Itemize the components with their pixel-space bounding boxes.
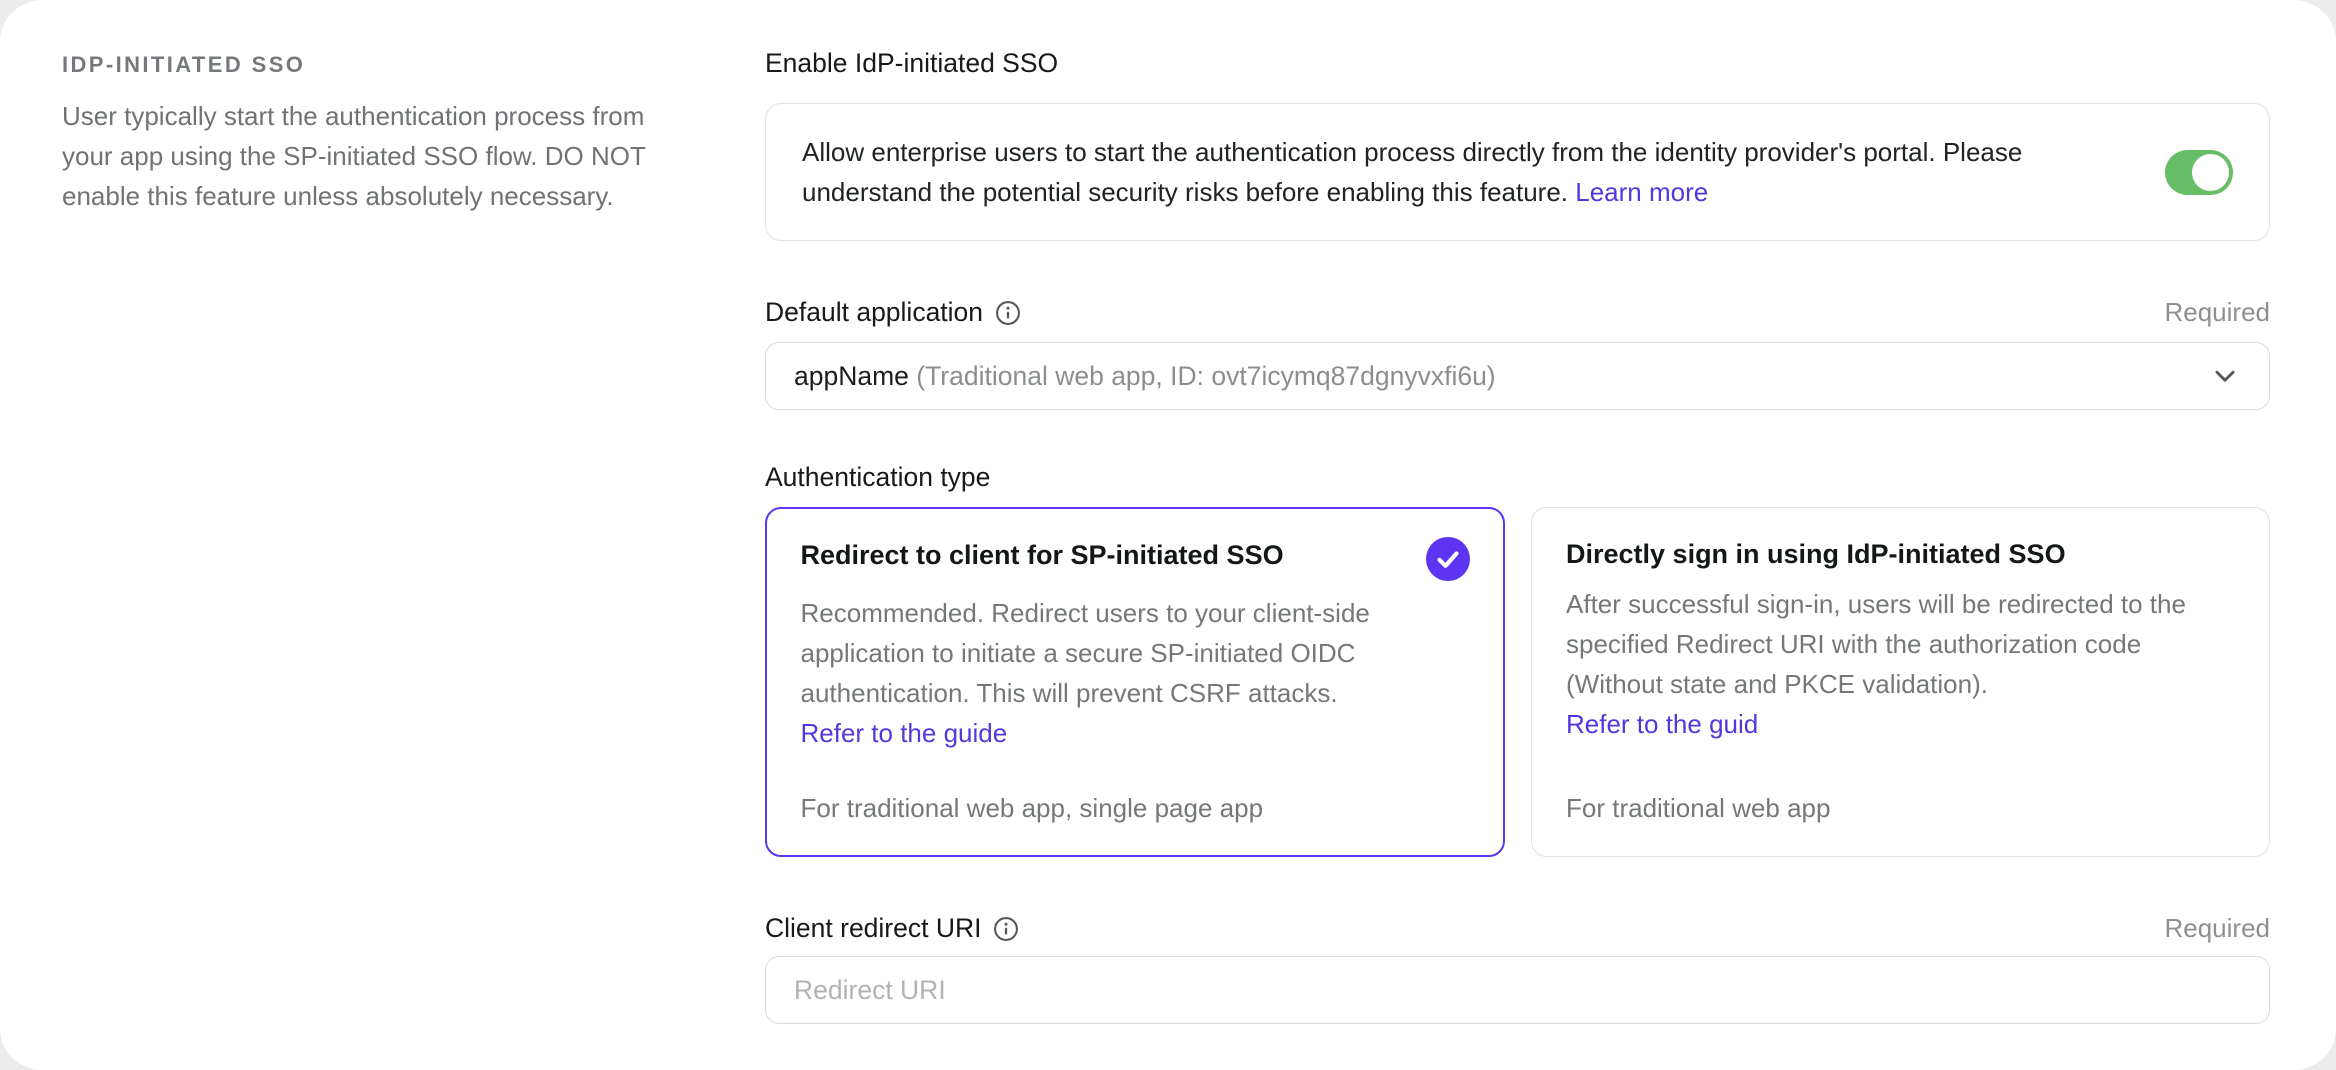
option-title: Redirect to client for SP-initiated SSO <box>801 537 1284 573</box>
enable-idp-sso-toggle[interactable] <box>2165 150 2233 195</box>
required-badge: Required <box>2164 297 2270 328</box>
chevron-down-icon <box>2209 360 2241 392</box>
check-icon <box>1426 537 1470 581</box>
section-heading: IDP-INITIATED SSO <box>62 52 670 78</box>
option-title: Directly sign in using IdP-initiated SSO <box>1566 536 2066 572</box>
option-footer: For traditional web app, single page app <box>801 753 1470 824</box>
default-application-select[interactable]: appName (Traditional web app, ID: ovt7ic… <box>765 342 2270 410</box>
enable-idp-sso-label: Enable IdP-initiated SSO <box>765 48 2270 79</box>
option-description: Recommended. Redirect users to your clie… <box>801 593 1470 753</box>
option-footer: For traditional web app <box>1566 753 2235 824</box>
option-directly-sign-in[interactable]: Directly sign in using IdP-initiated SSO… <box>1531 507 2270 857</box>
default-application-row: Default application Required <box>765 297 2270 328</box>
info-icon[interactable] <box>995 300 1021 326</box>
authentication-type-options: Redirect to client for SP-initiated SSO … <box>765 507 2270 857</box>
section-description: User typically start the authentication … <box>62 96 670 216</box>
section-description-column: IDP-INITIATED SSO User typically start t… <box>62 48 670 1070</box>
toggle-knob <box>2192 154 2229 191</box>
selected-application-value: appName (Traditional web app, ID: ovt7ic… <box>794 361 1496 392</box>
enable-idp-sso-card: Allow enterprise users to start the auth… <box>765 103 2270 241</box>
client-redirect-uri-row: Client redirect URI Required <box>765 913 2270 944</box>
client-redirect-uri-input[interactable] <box>765 956 2270 1024</box>
idp-initiated-sso-settings-page: IDP-INITIATED SSO User typically start t… <box>0 0 2336 1070</box>
option-description: After successful sign-in, users will be … <box>1566 584 2235 744</box>
default-application-label: Default application <box>765 297 1021 328</box>
settings-form: Enable IdP-initiated SSO Allow enterpris… <box>765 48 2270 1070</box>
enable-idp-sso-description: Allow enterprise users to start the auth… <box>802 132 2125 212</box>
required-badge: Required <box>2164 913 2270 944</box>
learn-more-link[interactable]: Learn more <box>1575 177 1708 207</box>
refer-guide-link[interactable]: Refer to the guid <box>1566 704 1758 744</box>
option-redirect-to-client[interactable]: Redirect to client for SP-initiated SSO … <box>765 507 1505 857</box>
authentication-type-label: Authentication type <box>765 462 2270 493</box>
client-redirect-uri-label: Client redirect URI <box>765 913 1019 944</box>
refer-guide-link[interactable]: Refer to the guide <box>801 713 1008 753</box>
info-icon[interactable] <box>993 916 1019 942</box>
